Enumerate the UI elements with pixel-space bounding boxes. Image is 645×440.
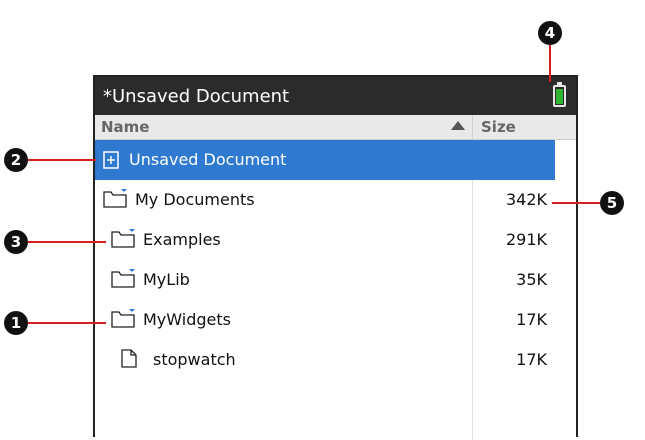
title-bar: *Unsaved Document bbox=[95, 77, 576, 115]
callout-3: 3 bbox=[4, 230, 28, 254]
list-item-size: 17K bbox=[516, 310, 547, 329]
document-plus-icon bbox=[103, 151, 119, 169]
list-item-size: 342K bbox=[505, 190, 547, 209]
list-item-mywidgets[interactable]: MyWidgets 17K bbox=[95, 300, 555, 340]
window-title: *Unsaved Document bbox=[103, 86, 290, 107]
list-item-label: MyWidgets bbox=[143, 310, 231, 329]
list-item-label: stopwatch bbox=[153, 350, 236, 369]
list-item-unsaved-document[interactable]: Unsaved Document bbox=[95, 140, 555, 180]
callout-line-3 bbox=[28, 241, 106, 243]
folder-icon bbox=[111, 229, 135, 248]
folder-icon bbox=[111, 309, 135, 328]
list-item-my-documents[interactable]: My Documents 342K bbox=[95, 180, 555, 220]
callout-line-1 bbox=[28, 322, 106, 324]
callout-line-5 bbox=[552, 202, 600, 204]
callout-5: 5 bbox=[600, 191, 624, 215]
list-item-size: 17K bbox=[516, 350, 547, 369]
column-header-name[interactable]: Name bbox=[101, 118, 149, 136]
list-item-label: Unsaved Document bbox=[129, 150, 287, 169]
column-header: Name Size bbox=[95, 115, 576, 140]
list-item-examples[interactable]: Examples 291K bbox=[95, 220, 555, 260]
sort-ascending-icon[interactable] bbox=[451, 121, 465, 130]
callout-line-2 bbox=[28, 159, 96, 161]
list-item-label: MyLib bbox=[143, 270, 190, 289]
file-browser-window: *Unsaved Document Name Size Unsaved Docu… bbox=[93, 75, 578, 440]
list-item-size: 35K bbox=[516, 270, 547, 289]
folder-icon bbox=[103, 189, 127, 208]
column-header-size[interactable]: Size bbox=[481, 118, 516, 136]
list-item-mylib[interactable]: MyLib 35K bbox=[95, 260, 555, 300]
callout-1: 1 bbox=[4, 311, 28, 335]
folder-icon bbox=[111, 269, 135, 288]
callout-2: 2 bbox=[4, 148, 28, 172]
list-item-label: My Documents bbox=[135, 190, 255, 209]
file-icon bbox=[121, 349, 137, 368]
list-item-size: 291K bbox=[505, 230, 547, 249]
callout-line-4 bbox=[549, 45, 551, 82]
column-separator[interactable] bbox=[472, 115, 473, 139]
list-item-label: Examples bbox=[143, 230, 221, 249]
list-item-stopwatch[interactable]: stopwatch 17K bbox=[95, 340, 555, 380]
callout-4: 4 bbox=[538, 21, 562, 45]
battery-icon bbox=[553, 82, 566, 107]
